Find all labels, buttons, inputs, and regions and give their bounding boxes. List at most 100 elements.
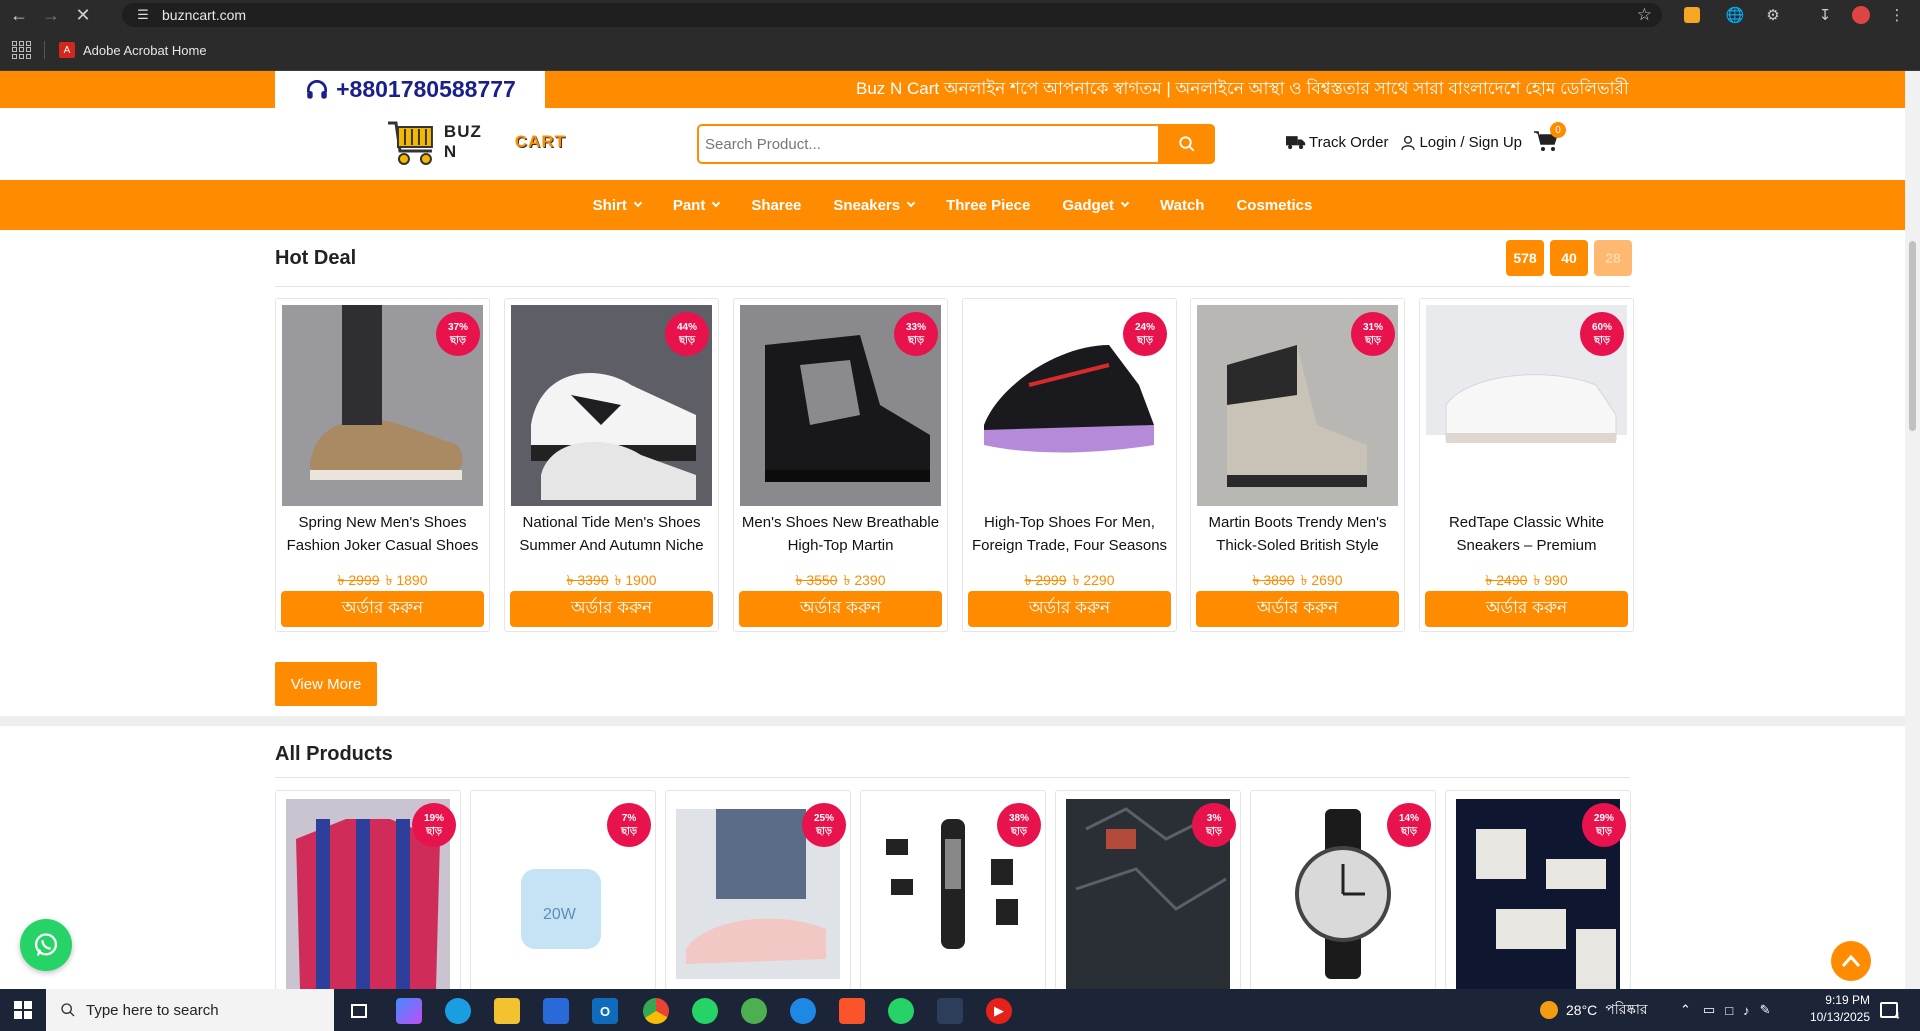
login-link[interactable]: Login / Sign Up <box>1400 134 1522 151</box>
product-card[interactable]: 3% ছাড় <box>1055 790 1241 989</box>
product-card[interactable]: 20W 7% ছাড় <box>470 790 656 989</box>
phone-box[interactable]: +8801780588777 <box>275 71 545 108</box>
profile-avatar[interactable] <box>1850 4 1872 26</box>
search-button[interactable] <box>1158 124 1215 164</box>
back-icon[interactable]: ← <box>6 2 32 28</box>
discount-word: ছাড় <box>678 335 696 346</box>
login-label: Login / Sign Up <box>1419 133 1523 151</box>
chrome-icon[interactable] <box>643 998 669 1024</box>
product-card[interactable]: 44% ছাড় National Tide Men's Shoes Summer … <box>504 298 719 632</box>
page-scrollbar[interactable] <box>1905 71 1920 989</box>
download-icon[interactable]: ↧ <box>1814 4 1836 26</box>
order-button[interactable]: অর্ডার করুন <box>1425 591 1628 627</box>
whatsapp-business-icon[interactable] <box>888 998 914 1024</box>
search-box[interactable]: Search Product... <box>697 124 1215 164</box>
pager-button-2[interactable]: 40 <box>1550 240 1588 276</box>
product-title[interactable]: National Tide Men's Shoes Summer And Aut… <box>509 511 714 563</box>
menu-item-gadget[interactable]: Gadget <box>1046 197 1144 214</box>
bookmark-star-icon[interactable]: ☆ <box>1637 5 1652 25</box>
site-logo[interactable]: BUZ N CART <box>386 114 566 170</box>
menu-kebab-icon[interactable]: ⋮ <box>1886 4 1908 26</box>
battery-icon[interactable]: ▭ <box>1703 1002 1715 1018</box>
notification-center[interactable]: 4 <box>1880 989 1900 1031</box>
whatsapp-chat-button[interactable] <box>20 919 72 971</box>
divider <box>275 777 1630 778</box>
copilot-icon[interactable] <box>396 998 422 1024</box>
weather-widget[interactable]: 28°C পরিষ্কার <box>1540 989 1648 1031</box>
product-card[interactable]: 24% ছাড় High-Top Shoes For Men, Foreign T… <box>962 298 1177 632</box>
new-price: ৳ 1890 <box>385 572 428 588</box>
browser-app-icon[interactable] <box>790 998 816 1024</box>
apps-grid-icon[interactable] <box>12 41 31 59</box>
product-card[interactable]: 31% ছাড় Martin Boots Trendy Men's Thick-S… <box>1190 298 1405 632</box>
header-links: Track Order Login / Sign Up 0 <box>1286 122 1567 154</box>
menu-item-shirt[interactable]: Shirt <box>577 197 657 214</box>
product-card[interactable]: 29% ছাড় <box>1445 790 1631 989</box>
edge-icon[interactable] <box>445 998 471 1024</box>
chevron-up-icon[interactable]: ⌃ <box>1680 1002 1691 1018</box>
new-price: ৳ 2290 <box>1072 572 1115 588</box>
bookmark-acrobat[interactable]: Adobe Acrobat Home <box>83 43 207 58</box>
order-button[interactable]: অর্ডার করুন <box>739 591 942 627</box>
extension-icon[interactable] <box>1681 4 1703 26</box>
task-view-icon[interactable] <box>346 998 372 1024</box>
product-card[interactable]: 19% ছাড় <box>275 790 461 989</box>
back-to-top-button[interactable] <box>1831 941 1871 981</box>
youtube-icon[interactable]: ▶ <box>986 998 1012 1024</box>
discount-badge: 25% ছাড় <box>802 803 846 847</box>
menu-item-cosmetics[interactable]: Cosmetics <box>1220 197 1328 214</box>
menu-item-sneakers[interactable]: Sneakers <box>817 197 930 214</box>
menu-item-sharee[interactable]: Sharee <box>735 197 817 214</box>
taskbar-clock[interactable]: 9:19 PM 10/13/2025 <box>1800 992 1870 1026</box>
order-button[interactable]: অর্ডার করুন <box>510 591 713 627</box>
outlook-icon[interactable]: O <box>592 998 618 1024</box>
product-title[interactable]: Martin Boots Trendy Men's Thick-Soled Br… <box>1195 511 1400 563</box>
pen-icon[interactable]: ✎ <box>1760 1002 1771 1018</box>
product-card[interactable]: 14% ছাড় <box>1250 790 1436 989</box>
store-icon[interactable] <box>543 998 569 1024</box>
product-title[interactable]: Spring New Men's Shoes Fashion Joker Cas… <box>280 511 485 563</box>
whatsapp-taskbar-icon[interactable] <box>692 998 718 1024</box>
network-icon[interactable]: □ <box>1725 1003 1733 1018</box>
menu-item-three-piece[interactable]: Three Piece <box>930 197 1046 214</box>
user-icon <box>1401 135 1416 150</box>
extensions-puzzle-icon[interactable]: ⚙ <box>1762 4 1784 26</box>
windows-start-button[interactable] <box>0 989 46 1031</box>
order-button[interactable]: অর্ডার করুন <box>281 591 484 627</box>
view-more-button[interactable]: View More <box>275 662 377 706</box>
brave-icon[interactable] <box>839 998 865 1024</box>
product-title[interactable]: Men's Shoes New Breathable High-Top Mart… <box>738 511 943 563</box>
product-card[interactable]: 60% ছাড় RedTape Classic White Sneakers – … <box>1419 298 1634 632</box>
product-card[interactable]: 25% ছাড় <box>665 790 851 989</box>
old-price: ৳ 2999 <box>337 572 380 588</box>
site-info-icon[interactable]: ☰ <box>134 6 152 24</box>
address-bar[interactable]: ☰ buzncart.com ☆ <box>122 3 1662 27</box>
menu-item-label: Sneakers <box>833 196 901 214</box>
menu-item-pant[interactable]: Pant <box>657 197 736 214</box>
order-button[interactable]: অর্ডার করুন <box>1196 591 1399 627</box>
file-explorer-icon[interactable] <box>494 998 520 1024</box>
pager-button-1[interactable]: 578 <box>1506 240 1544 276</box>
pager-button-3[interactable]: 28 <box>1594 240 1632 276</box>
forward-icon[interactable]: → <box>38 2 64 28</box>
cart-button[interactable]: 0 <box>1534 122 1567 154</box>
stop-loading-icon[interactable]: ✕ <box>70 2 96 28</box>
product-card[interactable]: 37% ছাড় Spring New Men's Shoes Fashion Jo… <box>275 298 490 632</box>
discount-badge: 44% ছাড় <box>665 312 709 356</box>
track-order-link[interactable]: Track Order <box>1286 134 1388 151</box>
terminal-icon[interactable] <box>937 998 963 1024</box>
order-button[interactable]: অর্ডার করুন <box>968 591 1171 627</box>
search-input[interactable]: Search Product... <box>705 136 821 153</box>
scrollbar-thumb[interactable] <box>1909 241 1916 431</box>
product-title[interactable]: RedTape Classic White Sneakers – Premium <box>1424 511 1629 563</box>
volume-icon[interactable]: ♪ <box>1743 1003 1750 1018</box>
product-title[interactable]: High-Top Shoes For Men, Foreign Trade, F… <box>967 511 1172 563</box>
globe-icon[interactable]: 🌐 <box>1724 4 1746 26</box>
discount-percent: 19% <box>423 813 444 824</box>
app-icon[interactable] <box>741 998 767 1024</box>
product-card[interactable]: 38% ছাড় <box>860 790 1046 989</box>
product-card[interactable]: 33% ছাড় Men's Shoes New Breathable High-T… <box>733 298 948 632</box>
taskbar-search[interactable]: Type here to search <box>46 989 334 1031</box>
menu-item-watch[interactable]: Watch <box>1144 197 1220 214</box>
discount-word: ছাড় <box>620 826 638 837</box>
